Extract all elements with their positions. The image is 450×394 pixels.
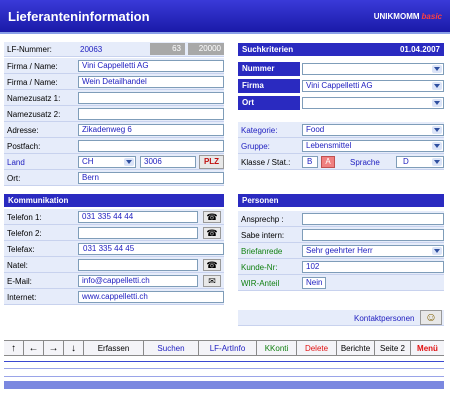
firma-search-select[interactable]: Vini Cappelletti AG [302, 80, 444, 92]
klasse-label: Klasse / Stat.: [241, 158, 291, 167]
brand-logo: UNIKMOMM basic [373, 12, 442, 21]
toolbar: ↑ ← → ↓ Erfassen Suchen LF-ArtInfo KKont… [4, 340, 444, 356]
firma2-input[interactable]: Wein Detailhandel [78, 76, 224, 88]
briefanrede-select[interactable]: Sehr geehrter Herr [302, 245, 444, 257]
kategorie-label: Kategorie: [241, 126, 278, 135]
namezusatz2-input[interactable] [78, 108, 224, 120]
postfach-label: Postfach: [7, 142, 41, 151]
menu-button[interactable]: Menü [411, 341, 444, 356]
kontaktpersonen-label: Kontaktpersonen [354, 314, 415, 323]
adresse-input[interactable]: Zikadenweg 6 [78, 124, 224, 136]
plz-button[interactable]: PLZ [199, 155, 224, 169]
arrow-down-icon[interactable]: ↓ [64, 341, 84, 356]
berichte-button[interactable]: Berichte [337, 341, 375, 356]
wir-input[interactable]: Nein [302, 277, 326, 289]
kkonti-button[interactable]: KKonti [257, 341, 297, 356]
stat-input[interactable]: A [321, 156, 335, 168]
wir-label: WIR-Anteil [241, 279, 280, 288]
internet-label: Internet: [7, 293, 37, 302]
plz-input[interactable]: 3006 [140, 156, 196, 168]
lf-nummer-value: 20063 [80, 45, 103, 54]
sabe-label: Sabe intern: [241, 231, 285, 240]
window-title: Lieferanteninformation [8, 9, 150, 24]
chevron-down-icon [432, 126, 442, 134]
erfassen-button[interactable]: Erfassen [84, 341, 144, 356]
chevron-down-icon [432, 247, 442, 255]
telefon1-label: Telefon 1: [7, 213, 42, 222]
lf-nummer-label: LF-Nummer: [7, 45, 52, 54]
email-input[interactable]: info@cappelletti.ch [78, 275, 198, 287]
gruppe-select[interactable]: Lebensmittel [302, 140, 444, 152]
nummer-select[interactable] [302, 63, 444, 75]
namezusatz1-input[interactable] [78, 92, 224, 104]
adresse-label: Adresse: [7, 126, 39, 135]
arrow-right-icon[interactable]: → [44, 341, 64, 356]
telefax-label: Telefax: [7, 245, 35, 254]
title-bar: Lieferanteninformation UNIKMOMM basic [0, 0, 450, 34]
arrow-left-icon[interactable]: ← [24, 341, 44, 356]
natel-input[interactable] [78, 259, 198, 271]
delete-button[interactable]: Delete [297, 341, 337, 356]
firma-search-label: Firma [238, 79, 300, 93]
divider [4, 361, 444, 362]
kunde-label: Kunde-Nr: [241, 263, 278, 272]
sprache-label: Sprache [350, 158, 380, 167]
internet-input[interactable]: www.cappelletti.ch [78, 291, 224, 303]
telefon2-input[interactable] [78, 227, 198, 239]
nummer-label: Nummer [238, 62, 300, 76]
suchen-button[interactable]: Suchen [144, 341, 199, 356]
ansprechp-input[interactable] [302, 213, 444, 225]
ort-search-select[interactable] [302, 97, 444, 109]
namezusatz2-label: Namezusatz 2: [7, 110, 61, 119]
briefanrede-label: Briefanrede [241, 247, 283, 256]
ort-label: Ort: [7, 174, 21, 183]
date-label: 01.04.2007 [399, 45, 440, 54]
chevron-down-icon [432, 82, 442, 90]
firma1-label: Firma / Name: [7, 62, 58, 71]
personen-header: Personen [238, 194, 444, 207]
kunde-input[interactable]: 102 [302, 261, 444, 273]
lf-number-box-2: 20000 [188, 43, 224, 55]
klasse-input[interactable]: B [302, 156, 318, 168]
lf-artinfo-button[interactable]: LF-ArtInfo [199, 341, 257, 356]
kategorie-select[interactable]: Food [302, 124, 444, 136]
postfach-input[interactable] [78, 140, 224, 152]
mail-icon[interactable]: ✉ [203, 275, 221, 287]
phone-icon[interactable]: ☎ [203, 227, 221, 239]
firma2-label: Firma / Name: [7, 78, 58, 87]
gruppe-label: Gruppe: [241, 142, 270, 151]
ort-input[interactable]: Bern [78, 172, 224, 184]
lf-number-box-1: 63 [150, 43, 185, 55]
seite2-button[interactable]: Seite 2 [375, 341, 411, 356]
sabe-input[interactable] [302, 229, 444, 241]
footer-bar [4, 381, 444, 389]
chevron-down-icon [432, 158, 442, 166]
divider [4, 368, 444, 369]
chevron-down-icon [124, 158, 134, 166]
chevron-down-icon [432, 142, 442, 150]
ansprechp-label: Ansprechp : [241, 215, 284, 224]
telefax-input[interactable]: 031 335 44 45 [78, 243, 224, 255]
smiley-icon[interactable]: ☺ [420, 310, 442, 325]
telefon2-label: Telefon 2: [7, 229, 42, 238]
sprache-select[interactable]: D [396, 156, 444, 168]
chevron-down-icon [432, 99, 442, 107]
email-label: E-Mail: [7, 277, 32, 286]
natel-label: Natel: [7, 261, 28, 270]
firma1-input[interactable]: Vini Cappelletti AG [78, 60, 224, 72]
telefon1-input[interactable]: 031 335 44 44 [78, 211, 198, 223]
arrow-up-icon[interactable]: ↑ [4, 341, 24, 356]
land-select[interactable]: CH [78, 156, 136, 168]
phone-icon[interactable]: ☎ [203, 259, 221, 271]
chevron-down-icon [432, 65, 442, 73]
kommunikation-header: Kommunikation [4, 194, 224, 207]
divider [4, 376, 444, 377]
suchkriterien-header: Suchkriterien 01.04.2007 [238, 43, 444, 56]
land-label: Land [7, 158, 25, 167]
namezusatz1-label: Namezusatz 1: [7, 94, 61, 103]
ort-search-label: Ort [238, 96, 300, 110]
phone-icon[interactable]: ☎ [203, 211, 221, 223]
